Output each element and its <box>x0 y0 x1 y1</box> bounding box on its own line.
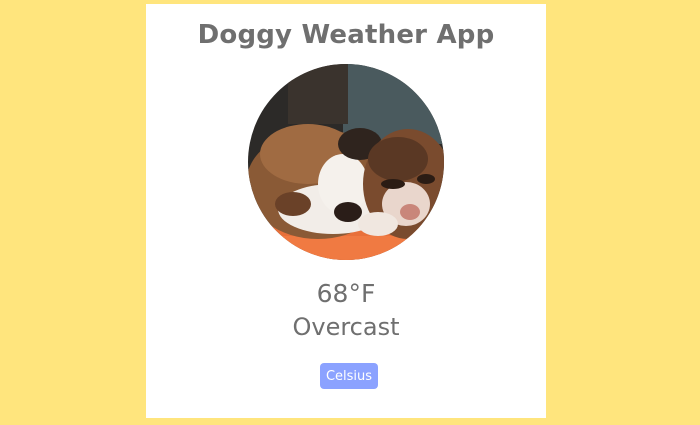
weather-condition: Overcast <box>292 313 400 341</box>
puppies-photo <box>248 64 444 260</box>
weather-card: Doggy Weather App 68°F Overcast Celsius <box>146 4 546 418</box>
temperature-value: 68°F <box>316 279 376 308</box>
app-title: Doggy Weather App <box>197 20 495 50</box>
celsius-toggle-button[interactable]: Celsius <box>320 363 378 389</box>
